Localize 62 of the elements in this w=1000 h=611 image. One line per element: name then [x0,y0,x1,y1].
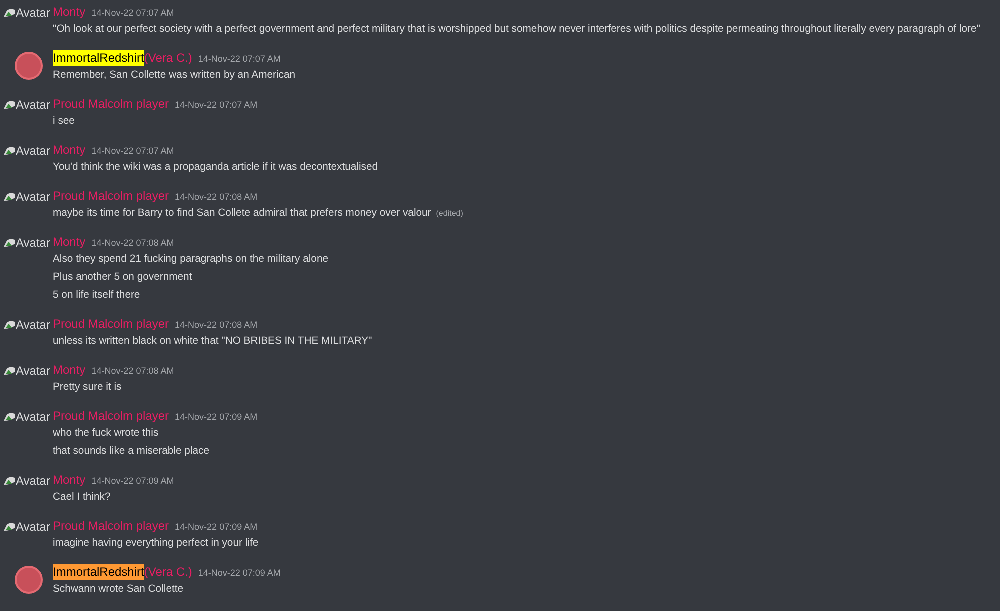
timestamp: 14-Nov-22 07:09 AM [92,475,174,488]
author-name[interactable]: Proud Malcolm player [53,96,170,112]
message-text: Schwann wrote San Collette [53,583,184,597]
message-text: You'd think the wiki was a propaganda article if it was decontextualised [53,161,378,175]
timestamp: 14-Nov-22 07:08 AM [175,191,258,204]
avatar-alt-text: Avatar [16,317,50,333]
avatar-alt-text: Avatar [16,189,50,205]
timestamp: 14-Nov-22 07:07 AM [198,53,281,66]
author-name[interactable]: Proud Malcolm player [53,408,170,424]
broken-image-icon [3,8,16,18]
message-text: imagine having everything perfect in your life [53,537,259,551]
message-text: Remember, San Collette was written by an American [53,69,296,83]
timestamp: 14-Nov-22 07:08 AM [175,319,258,332]
author-name[interactable]: Monty [53,142,86,158]
broken-image-icon [3,366,16,376]
author-name[interactable]: Monty [53,362,86,378]
user-avatar[interactable] [15,52,43,80]
avatar-alt-text: Avatar [16,473,50,489]
broken-image-icon [3,412,16,422]
timestamp: 14-Nov-22 07:09 AM [175,411,258,424]
broken-image-icon [3,192,16,202]
avatar-alt-text: Avatar [16,409,50,425]
avatar-alt-text: Avatar [16,363,50,379]
author-name[interactable]: Proud Malcolm player [53,518,170,534]
avatar-alt-text: Avatar [16,143,50,159]
timestamp: 14-Nov-22 07:07 AM [92,145,174,158]
nickname: (Vera C.) [144,50,192,66]
avatar-alt-text: Avatar [16,519,50,535]
broken-image-icon [3,476,16,486]
timestamp: 14-Nov-22 07:07 AM [92,7,174,20]
message-text: that sounds like a miserable place [53,445,210,459]
broken-image-icon [3,146,16,156]
message-text: Cael I think? [53,491,111,505]
author-name[interactable]: Monty [53,4,86,20]
author-name[interactable]: Proud Malcolm player [53,188,170,204]
message-text: i see [53,115,75,129]
timestamp: 14-Nov-22 07:09 AM [198,567,281,580]
broken-image-icon [3,522,16,532]
timestamp: 14-Nov-22 07:09 AM [175,521,258,534]
message-text: Pretty sure it is [53,381,122,395]
broken-image-icon [3,238,16,248]
message-text: "Oh look at our perfect society with a perfect government and perfect military that is worshipped but somehow never interferes with politics despite permeating throughout literally every paragraph of lore" [53,23,980,37]
author-name[interactable]: Proud Malcolm player [53,316,170,332]
avatar-alt-text: Avatar [16,235,50,251]
user-avatar[interactable] [15,566,43,594]
avatar-alt-text: Avatar [16,97,50,113]
message-text: 5 on life itself there [53,289,140,303]
edited-label: (edited) [436,208,464,220]
message-text: Plus another 5 on government [53,271,192,285]
message-text: Also they spend 21 fucking paragraphs on the military alone [53,253,329,267]
author-name[interactable]: Monty [53,472,86,488]
author-name[interactable]: Monty [53,234,86,250]
timestamp: 14-Nov-22 07:08 AM [92,237,174,250]
nickname: (Vera C.) [144,564,192,580]
message-text: unless its written black on white that "NO BRIBES IN THE MILITARY" [53,335,372,349]
message-text: maybe its time for Barry to find San Collete admiral that prefers money over valour [53,207,432,221]
broken-image-icon [3,100,16,110]
broken-image-icon [3,320,16,330]
avatar-alt-text: Avatar [16,5,50,21]
timestamp: 14-Nov-22 07:08 AM [92,365,174,378]
message-text: who the fuck wrote this [53,427,159,441]
timestamp: 14-Nov-22 07:07 AM [175,99,258,112]
